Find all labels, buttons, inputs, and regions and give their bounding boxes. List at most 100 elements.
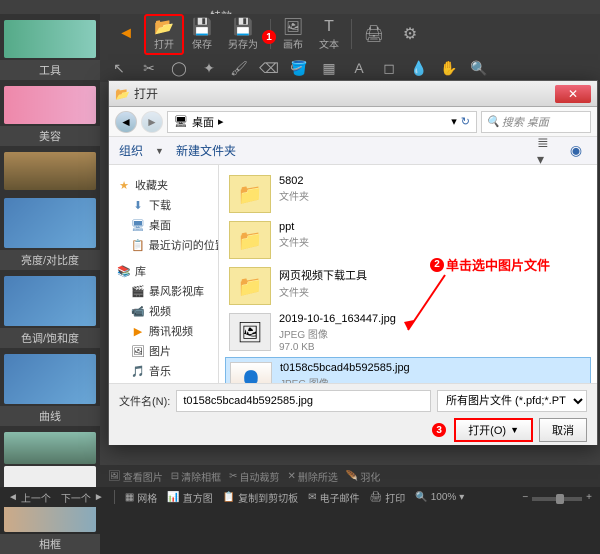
image-thumb-icon: 👤 xyxy=(230,362,272,383)
email-button[interactable]: ✉ 电子邮件 xyxy=(308,490,359,505)
file-item-folder[interactable]: 📁 5802文件夹 xyxy=(225,171,591,217)
canvas-button[interactable]: 🖼画布 xyxy=(275,16,311,53)
tool-row: ↖ ✂ ◯ ✦ 🖌 ⌫ 🪣 ▦ A ◻ 💧 ✋ 🔍 xyxy=(100,54,600,82)
sidebar-thumb-beauty[interactable] xyxy=(4,86,96,124)
sidebar-thumb-scene[interactable] xyxy=(4,152,96,190)
annotation-badge-3: 3 xyxy=(432,423,446,437)
back-button[interactable]: ◄ xyxy=(108,23,144,45)
open-button[interactable]: 📂 打开 xyxy=(144,14,184,55)
brush-tool-icon[interactable]: 🖌 xyxy=(228,58,250,78)
annotation-badge-1: 1 xyxy=(262,30,276,44)
view-pic-button[interactable]: 🖼 查看图片 xyxy=(108,469,163,484)
dialog-sidebar: ★收藏夹 ⬇下载 🖥桌面 📋最近访问的位置 📚库 🎬暴风影视库 📹视频 ▶腾讯视… xyxy=(109,165,219,383)
main-toolbar: ◄ 📂 打开 1 💾保存 💾另存为 🖼画布 T文本 🖨 ⚙ xyxy=(100,14,600,54)
shape-tool-icon[interactable]: ◻ xyxy=(378,58,400,78)
sidebar-videos[interactable]: 📹视频 xyxy=(113,301,214,321)
help-button[interactable]: ◉ xyxy=(565,141,587,161)
breadcrumb[interactable]: 🖥 桌面 ▸ ▾ ↻ xyxy=(167,111,477,133)
text-tool-icon[interactable]: A xyxy=(348,58,370,78)
sidebar-item-brightness[interactable]: 亮度/对比度 xyxy=(0,250,100,270)
sidebar-item-frame[interactable]: 相框 xyxy=(0,534,100,554)
sidebar-thumb-curves[interactable] xyxy=(4,354,96,404)
file-item-image-selected[interactable]: 👤 t0158c5bcad4b592585.jpgJPEG 图像39.6 KB xyxy=(225,357,591,383)
dialog-toolbar: 组织 ▼ 新建文件夹 ≣ ▾ ◉ xyxy=(109,137,597,165)
sidebar-stormav[interactable]: 🎬暴风影视库 xyxy=(113,281,214,301)
image-thumb-icon: 🖼 xyxy=(229,313,271,351)
copy-clipboard-button[interactable]: 📋 复制到剪切板 xyxy=(223,490,298,505)
wand-tool-icon[interactable]: ✦ xyxy=(198,58,220,78)
open-file-button[interactable]: 打开(O)▼ xyxy=(454,418,533,442)
file-filter-select[interactable]: 所有图片文件 (*.pfd;*.PTimag xyxy=(437,390,587,412)
prev-button[interactable]: ◄ 上一个 xyxy=(8,490,51,505)
folder-icon: 📁 xyxy=(229,221,271,259)
annotation-text-2: 单击选中图片文件 xyxy=(446,255,550,274)
folder-icon: 📂 xyxy=(115,87,130,101)
annotation-step2: 2 单击选中图片文件 xyxy=(430,255,550,274)
chevron-right-icon: ▸ xyxy=(218,115,224,128)
chevron-down-icon[interactable]: ▾ xyxy=(451,115,457,128)
print-button[interactable]: 🖨 打印 xyxy=(370,490,406,505)
sidebar-downloads[interactable]: ⬇下载 xyxy=(113,195,214,215)
clear-frame-button[interactable]: ⊟ 清除相框 xyxy=(171,469,221,484)
search-icon: 🔍 xyxy=(486,115,500,128)
crop-tool-icon[interactable]: ✂ xyxy=(138,58,160,78)
left-sidebar: 工具 美容 亮度/对比度 色调/饱和度 曲线 xyxy=(0,14,100,487)
bottom-toolbar: 🖼 查看图片 ⊟ 清除相框 ✂ 自动裁剪 ✕ 删除所选 🪶 羽化 xyxy=(100,465,600,487)
sidebar-item-hue[interactable]: 色调/饱和度 xyxy=(0,328,100,348)
print-toolbar-button[interactable]: 🖨 xyxy=(356,23,392,45)
new-folder-button[interactable]: 新建文件夹 xyxy=(176,142,236,159)
sidebar-item-tools[interactable]: 工具 xyxy=(0,60,100,80)
zoom-out-button[interactable]: − xyxy=(522,492,528,503)
cancel-button[interactable]: 取消 xyxy=(539,418,587,442)
nav-back-button[interactable]: ◄ xyxy=(115,111,137,133)
breadcrumb-text: 桌面 xyxy=(192,114,214,130)
feather-button[interactable]: 🪶 羽化 xyxy=(346,469,380,484)
folder-icon: 📁 xyxy=(229,267,271,305)
sidebar-desktop[interactable]: 🖥桌面 xyxy=(113,215,214,235)
zoom-tool-icon[interactable]: 🔍 xyxy=(468,58,490,78)
favorites-group[interactable]: ★收藏夹 xyxy=(113,175,214,195)
lasso-tool-icon[interactable]: ◯ xyxy=(168,58,190,78)
desktop-icon: 🖥 xyxy=(174,115,188,128)
pointer-tool-icon[interactable]: ↖ xyxy=(108,58,130,78)
zoom-in-button[interactable]: + xyxy=(586,492,592,503)
grid-toggle[interactable]: ▦ 网格 xyxy=(125,490,157,505)
sidebar-recent[interactable]: 📋最近访问的位置 xyxy=(113,235,214,255)
dialog-nav: ◄ ► 🖥 桌面 ▸ ▾ ↻ 🔍 搜索 桌面 xyxy=(109,107,597,137)
sidebar-thumb-hue[interactable] xyxy=(4,276,96,326)
filename-input[interactable] xyxy=(176,390,431,412)
sidebar-music[interactable]: 🎵音乐 xyxy=(113,361,214,381)
libraries-group[interactable]: 📚库 xyxy=(113,261,214,281)
fill-tool-icon[interactable]: 🪣 xyxy=(288,58,310,78)
auto-crop-button[interactable]: ✂ 自动裁剪 xyxy=(229,469,279,484)
histogram-toggle[interactable]: 📊 直方图 xyxy=(167,490,212,505)
saveas-button[interactable]: 💾另存为 xyxy=(220,16,266,53)
eyedrop-tool-icon[interactable]: 💧 xyxy=(408,58,430,78)
search-input[interactable]: 🔍 搜索 桌面 xyxy=(481,111,591,133)
text-button[interactable]: T文本 xyxy=(311,16,347,53)
zoom-level[interactable]: 🔍 100% ▾ xyxy=(415,492,464,503)
filename-label: 文件名(N): xyxy=(119,393,170,409)
settings-button[interactable]: ⚙ xyxy=(392,23,428,45)
sidebar-tencent[interactable]: ▶腾讯视频 xyxy=(113,321,214,341)
refresh-icon[interactable]: ↻ xyxy=(461,115,470,128)
next-button[interactable]: 下一个 ► xyxy=(61,490,104,505)
dialog-titlebar: 📂打开 ✕ xyxy=(109,81,597,107)
sidebar-pictures[interactable]: 🖼图片 xyxy=(113,341,214,361)
sidebar-item-curves[interactable]: 曲线 xyxy=(0,406,100,426)
view-mode-button[interactable]: ≣ ▾ xyxy=(537,141,559,161)
sidebar-thumb-landscape[interactable] xyxy=(4,432,96,464)
gradient-tool-icon[interactable]: ▦ xyxy=(318,58,340,78)
close-button[interactable]: ✕ xyxy=(555,85,591,103)
sidebar-item-beauty[interactable]: 美容 xyxy=(0,126,100,146)
organize-button[interactable]: 组织 xyxy=(119,142,143,159)
statusbar: ◄ 上一个 下一个 ► ▦ 网格 📊 直方图 📋 复制到剪切板 ✉ 电子邮件 🖨… xyxy=(0,487,600,507)
sidebar-thumb-tools[interactable] xyxy=(4,20,96,58)
remove-bg-button[interactable]: ✕ 删除所选 xyxy=(287,469,337,484)
dialog-footer: 文件名(N): 所有图片文件 (*.pfd;*.PTimag 3 打开(O)▼ … xyxy=(109,383,597,445)
hand-tool-icon[interactable]: ✋ xyxy=(438,58,460,78)
eraser-tool-icon[interactable]: ⌫ xyxy=(258,58,280,78)
sidebar-thumb-brightness[interactable] xyxy=(4,198,96,248)
nav-forward-button[interactable]: ► xyxy=(141,111,163,133)
save-button[interactable]: 💾保存 xyxy=(184,16,220,53)
